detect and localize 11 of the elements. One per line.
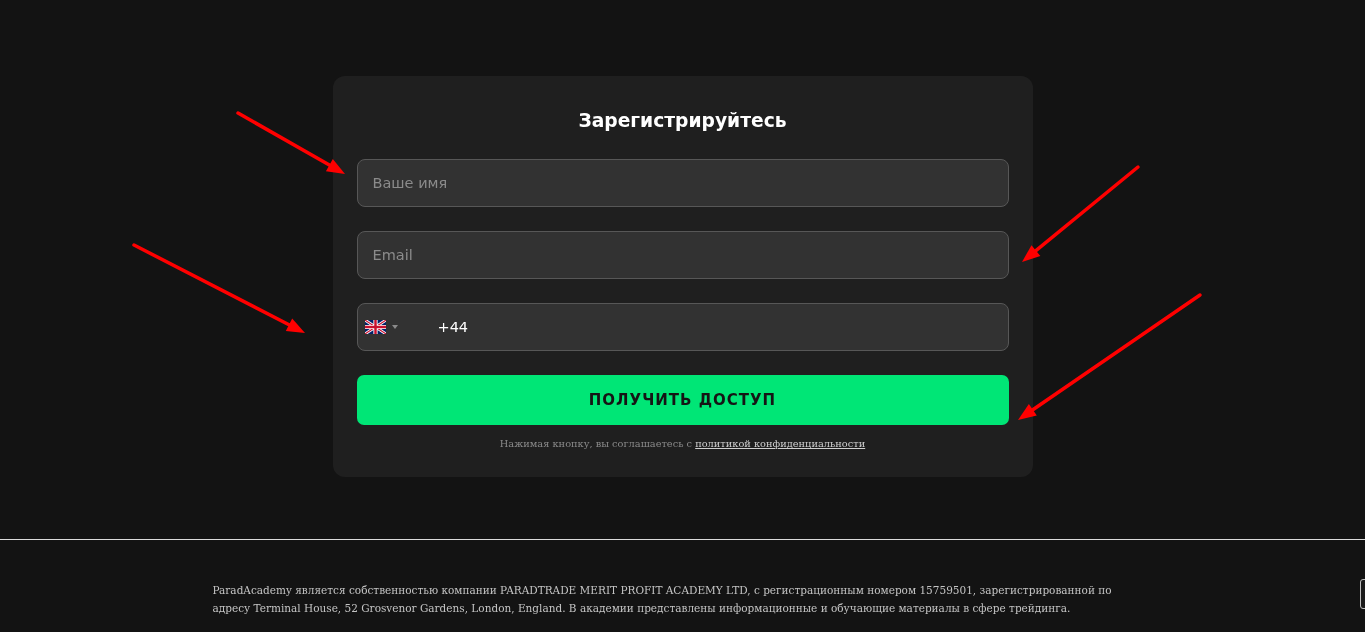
input-field[interactable]: Email [356, 231, 1009, 279]
privacy-policy-link[interactable]: политикой конфиденциальности [695, 438, 866, 449]
input-field[interactable]: Ваше имя [356, 159, 1009, 207]
phone-field[interactable]: +44 [356, 303, 1009, 351]
form-title: Зарегистрируйтесь [577, 109, 788, 133]
submit-button[interactable]: ПОЛУЧИТЬ ДОСТУП [356, 375, 1009, 425]
country-selector[interactable] [364, 320, 398, 334]
company-info-text: ParadAcademy является собственностью компании PARADTRADE MERIT PROFIT ACADEMY LTD, с регистрационным номером 15759501, зарегистрированной по адресу Terminal House, 52 Grosvenor Gardens, London, England. В академии представлены информационные и обучающие материалы в сфере трейдинга. [212, 583, 1113, 616]
flag-icon [364, 320, 386, 334]
caret-icon [391, 325, 398, 329]
consent-text: Нажимая кнопку, вы соглашаетесь с политикой конфиденциальности [498, 437, 867, 451]
